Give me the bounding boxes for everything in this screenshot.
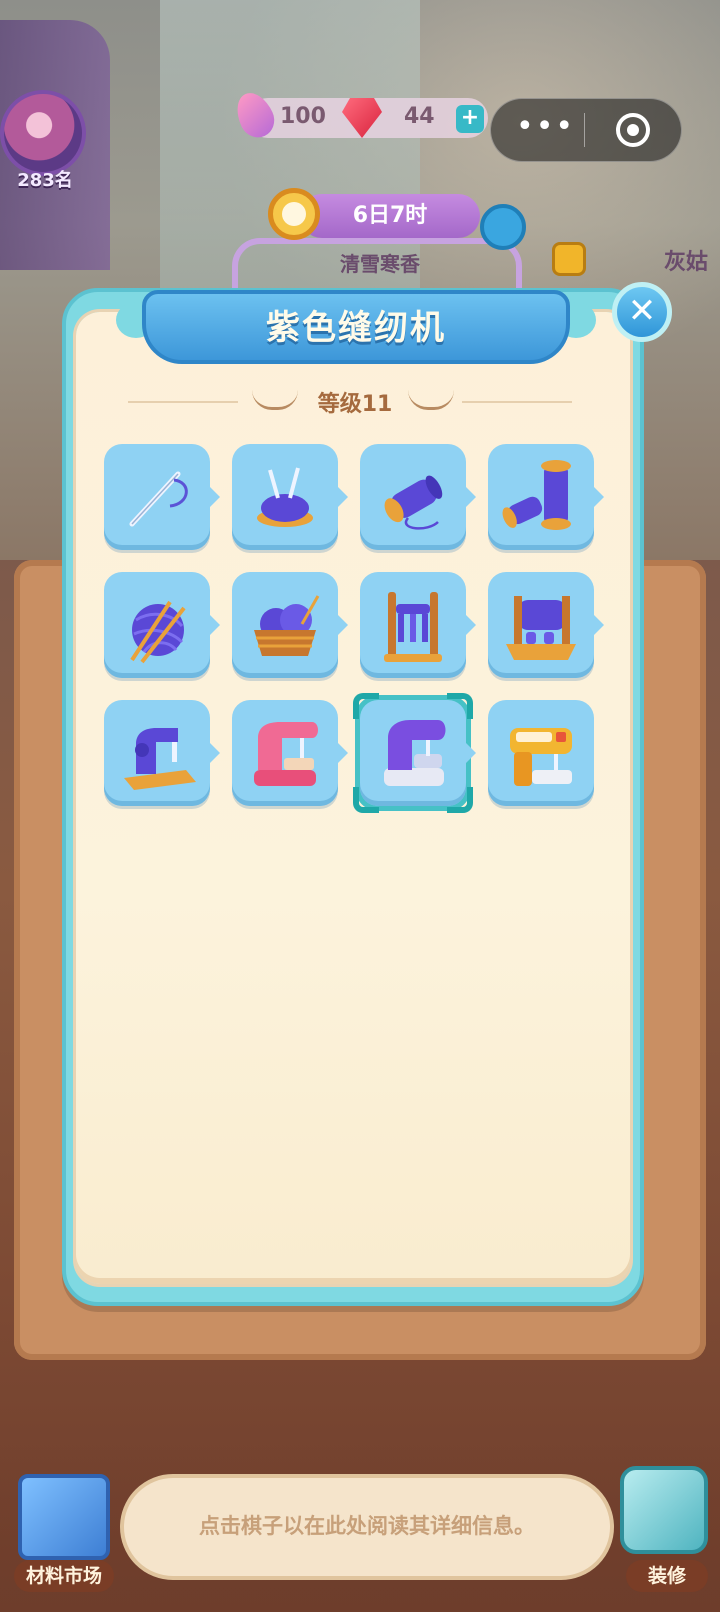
item-chain-grid	[104, 444, 604, 814]
event-timer: 6日7时	[300, 194, 480, 238]
pincushion-icon	[257, 467, 313, 527]
decorate-label[interactable]: 装修	[626, 1560, 708, 1592]
capsule-divider	[584, 113, 585, 147]
purple-sewing-machine-icon	[384, 720, 446, 786]
thread-winder-icon	[506, 596, 576, 660]
event-name: 清雪寒香	[340, 252, 420, 276]
chain-item-8[interactable]	[488, 572, 604, 678]
alarm-clock-icon	[268, 188, 320, 240]
right-event-title: 灰姑	[664, 250, 709, 275]
chain-item-6[interactable]	[232, 572, 348, 678]
selection-corner-icon	[447, 693, 473, 719]
chain-item-7[interactable]	[360, 572, 476, 678]
feather-currency-value: 100	[280, 104, 326, 129]
chain-item-5[interactable]	[104, 572, 220, 678]
close-miniprogram-icon[interactable]	[616, 113, 650, 147]
selection-corner-icon	[353, 693, 379, 719]
chain-item-2[interactable]	[232, 444, 348, 550]
gem-value: 44	[404, 104, 435, 129]
pink-sewing-machine-icon	[254, 722, 318, 786]
more-menu-button[interactable]: •••	[516, 112, 573, 148]
double-spool-icon	[502, 460, 571, 530]
spool-rack-icon	[384, 592, 442, 662]
yarn-ball-icon	[130, 600, 186, 664]
chain-item-1[interactable]	[104, 444, 220, 550]
chain-item-11-selected[interactable]	[353, 693, 476, 813]
add-gems-button[interactable]: +	[456, 105, 484, 133]
rank-label: 283名	[17, 170, 73, 191]
selection-corner-icon	[353, 787, 379, 813]
level-divider-left	[128, 401, 238, 403]
selection-corner-icon	[447, 787, 473, 813]
chain-item-4[interactable]	[488, 444, 604, 550]
level-divider-right	[462, 401, 572, 403]
dialog-title: 紫色缝纫机	[266, 308, 446, 348]
piece-info-text: 点击棋子以在此处阅读其详细信息。	[199, 1514, 535, 1538]
material-market-icon[interactable]	[18, 1474, 110, 1560]
chain-item-12[interactable]	[488, 700, 594, 806]
chain-item-10[interactable]	[232, 700, 348, 806]
lock-icon	[552, 242, 586, 276]
close-button[interactable]: ✕	[612, 282, 672, 342]
chain-item-3[interactable]	[360, 444, 476, 550]
material-market-label[interactable]: 材料市场	[14, 1560, 114, 1592]
industrial-sewing-machine-icon	[510, 728, 572, 786]
rank-avatar[interactable]	[0, 90, 86, 176]
search-icon[interactable]	[480, 204, 526, 250]
level-label: 等级11	[317, 392, 393, 417]
chain-item-9[interactable]	[104, 700, 220, 806]
thread-spool-icon	[384, 475, 443, 530]
hand-sewing-machine-icon	[124, 728, 196, 790]
yarn-basket-icon	[254, 595, 320, 656]
paint-roller-icon[interactable]	[620, 1466, 708, 1554]
sewing-needle-icon	[129, 471, 188, 527]
